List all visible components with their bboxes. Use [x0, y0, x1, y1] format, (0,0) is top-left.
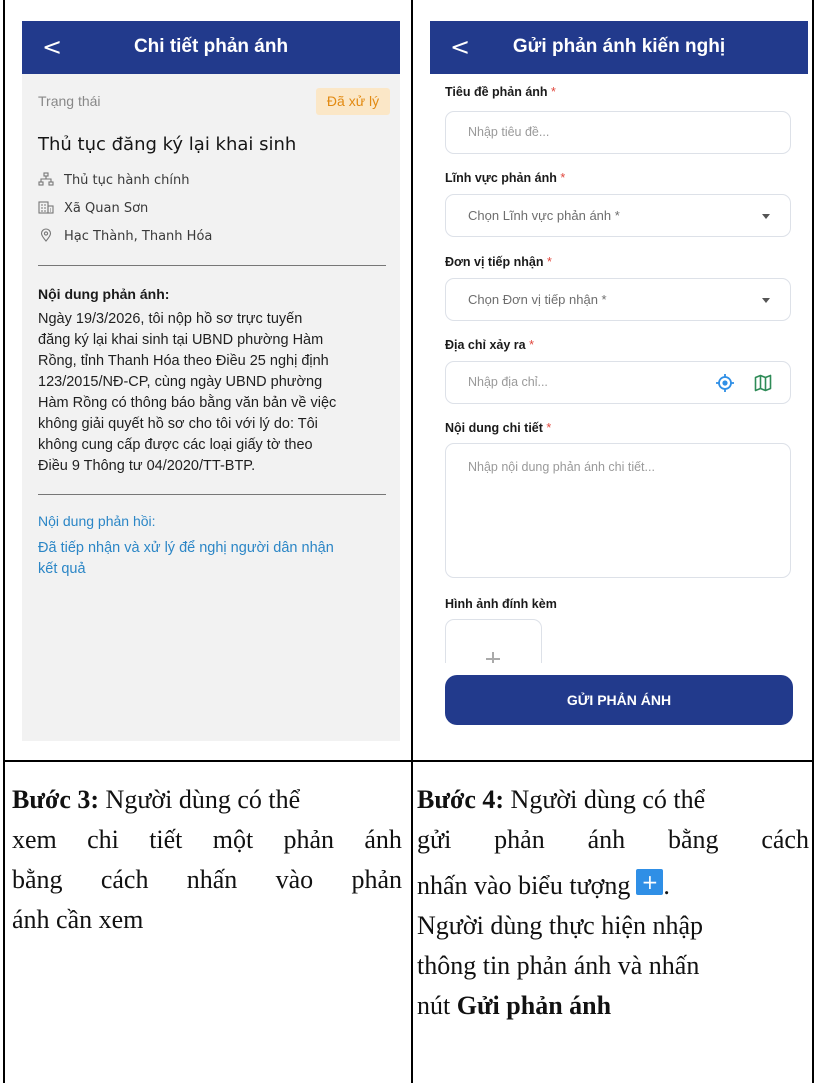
- add-image-button[interactable]: [445, 619, 542, 663]
- content-line: Ngày 19/3/2026, tôi nộp hồ sơ trực tuyến: [38, 311, 303, 327]
- content-line: Rồng, tỉnh Thanh Hóa theo Điều 25 nghị đ…: [38, 353, 329, 369]
- status-badge: Đã xử lý: [316, 88, 390, 115]
- meta-commune: Xã Quan Sơn: [38, 200, 148, 216]
- step3-bold: Bước 3:: [12, 785, 100, 814]
- meta-location: Hạc Thành, Thanh Hóa: [38, 228, 212, 244]
- required-mark: *: [529, 338, 534, 352]
- step4-caption: Bước 4: Người dùng có thể gửi phản ánh b…: [417, 780, 809, 1026]
- step4-line3: nhấn vào biểu tượng +.: [417, 869, 670, 900]
- title-input[interactable]: Nhập tiêu đề...: [445, 111, 791, 154]
- meta-location-text: Hạc Thành, Thanh Hóa: [64, 229, 213, 244]
- response-label: Nội dung phản hồi:: [38, 513, 156, 529]
- content-line: Điều 9 Thông tư 04/2020/TT-BTP.: [38, 458, 256, 474]
- required-mark: *: [551, 85, 556, 99]
- table-row-divider: [3, 760, 814, 762]
- response-body: Đã tiếp nhận và xử lý để nghị người dân …: [38, 538, 398, 580]
- meta-commune-text: Xã Quan Sơn: [64, 201, 149, 216]
- building-icon: [38, 201, 54, 214]
- my-location-icon[interactable]: [715, 373, 735, 393]
- content-body: Ngày 19/3/2026, tôi nộp hồ sơ trực tuyến…: [38, 309, 398, 477]
- address-input-placeholder: Nhập địa chỉ...: [468, 375, 548, 389]
- required-mark: *: [546, 255, 552, 269]
- content-line: đăng ký lại khai sinh tại UBND phường Hà…: [38, 332, 324, 348]
- title-field-label: Tiêu đề phản ánh *: [445, 85, 556, 99]
- map-icon[interactable]: [754, 374, 772, 392]
- title-input-placeholder: Nhập tiêu đề...: [468, 125, 550, 139]
- content-line: 123/2015/NĐ-CP, cùng ngày UBND phường: [38, 374, 323, 390]
- content-label: Nội dung phản ánh:: [38, 286, 170, 302]
- response-line: Đã tiếp nhận và xử lý để nghị người dân …: [38, 540, 334, 556]
- case-title: Thủ tục đăng ký lại khai sinh: [38, 134, 297, 155]
- location-pin-icon: [40, 228, 52, 242]
- response-line: kết quả: [38, 561, 86, 577]
- step4-line1: Bước 4: Người dùng có thể: [417, 785, 706, 814]
- plus-icon: +: [636, 869, 664, 895]
- step3-line2: xem chi tiết một phản ánh: [12, 825, 402, 854]
- content-line: không giải quyết hồ sơ cho tôi với lý do…: [38, 416, 318, 432]
- detail-textarea-placeholder: Nhập nội dung phản ánh chi tiết...: [468, 460, 655, 474]
- step4-bold: Bước 4:: [417, 785, 505, 814]
- unit-select-placeholder: Chọn Đơn vị tiếp nhận *: [468, 292, 607, 307]
- chevron-down-icon: [762, 214, 770, 219]
- unit-select-label: Đơn vị tiếp nhận *: [445, 255, 552, 269]
- step3-line1: Bước 3: Người dùng có thể: [12, 785, 301, 814]
- step4-line5: thông tin phản ánh và nhấn: [417, 951, 700, 980]
- plus-icon: [486, 650, 500, 663]
- submit-appbar: < Gửi phản ánh kiến nghị: [430, 21, 808, 74]
- field-select-label: Lĩnh vực phản ánh *: [445, 171, 566, 185]
- step3-caption: Bước 3: Người dùng có thể xem chi tiết m…: [12, 780, 402, 940]
- detail-textarea[interactable]: Nhập nội dung phản ánh chi tiết...: [445, 443, 791, 578]
- divider: [38, 265, 386, 266]
- table-border-middle: [411, 0, 413, 1083]
- field-select[interactable]: Chọn Lĩnh vực phản ánh *: [445, 194, 791, 237]
- address-input[interactable]: Nhập địa chỉ...: [445, 361, 791, 404]
- step3-line3: bằng cách nhấn vào phản: [12, 865, 402, 894]
- step4-line6: nút Gửi phản ánh: [417, 991, 612, 1020]
- chevron-down-icon: [762, 298, 770, 303]
- detail-appbar: < Chi tiết phản ánh: [22, 21, 400, 74]
- content-line: Hàm Rồng có thông báo bằng văn bản về vi…: [38, 395, 337, 411]
- unit-select[interactable]: Chọn Đơn vị tiếp nhận *: [445, 278, 791, 321]
- address-label: Địa chỉ xảy ra *: [445, 338, 534, 352]
- meta-category-text: Thủ tục hành chính: [64, 173, 190, 188]
- required-mark: *: [560, 171, 566, 185]
- required-mark: *: [546, 421, 552, 435]
- submit-screen: < Gửi phản ánh kiến nghị Tiêu đề phản án…: [430, 21, 808, 741]
- table-border-left: [3, 0, 5, 1083]
- attachments-label: Hình ảnh đính kèm: [445, 597, 557, 611]
- content-line: không cung cấp được các loại giấy tờ the…: [38, 437, 313, 453]
- submit-title: Gửi phản ánh kiến nghị: [512, 36, 726, 57]
- submit-button[interactable]: GỬI PHẢN ÁNH: [445, 675, 793, 725]
- detail-title: Chi tiết phản ánh: [133, 36, 289, 57]
- field-select-placeholder: Chọn Lĩnh vực phản ánh *: [468, 208, 620, 223]
- meta-category: Thủ tục hành chính: [38, 172, 189, 188]
- divider: [38, 494, 386, 495]
- status-label: Trạng thái: [38, 93, 101, 109]
- detail-screen: < Chi tiết phản ánh Trạng thái Đã xử lý …: [22, 21, 400, 741]
- step3-line4: ánh cần xem: [12, 905, 144, 934]
- step4-line4: Người dùng thực hiện nhập: [417, 911, 703, 940]
- hierarchy-icon: [38, 172, 54, 186]
- step4-line2: gửi phản ánh bằng cách: [417, 825, 809, 854]
- detail-label: Nội dung chi tiết *: [445, 421, 552, 435]
